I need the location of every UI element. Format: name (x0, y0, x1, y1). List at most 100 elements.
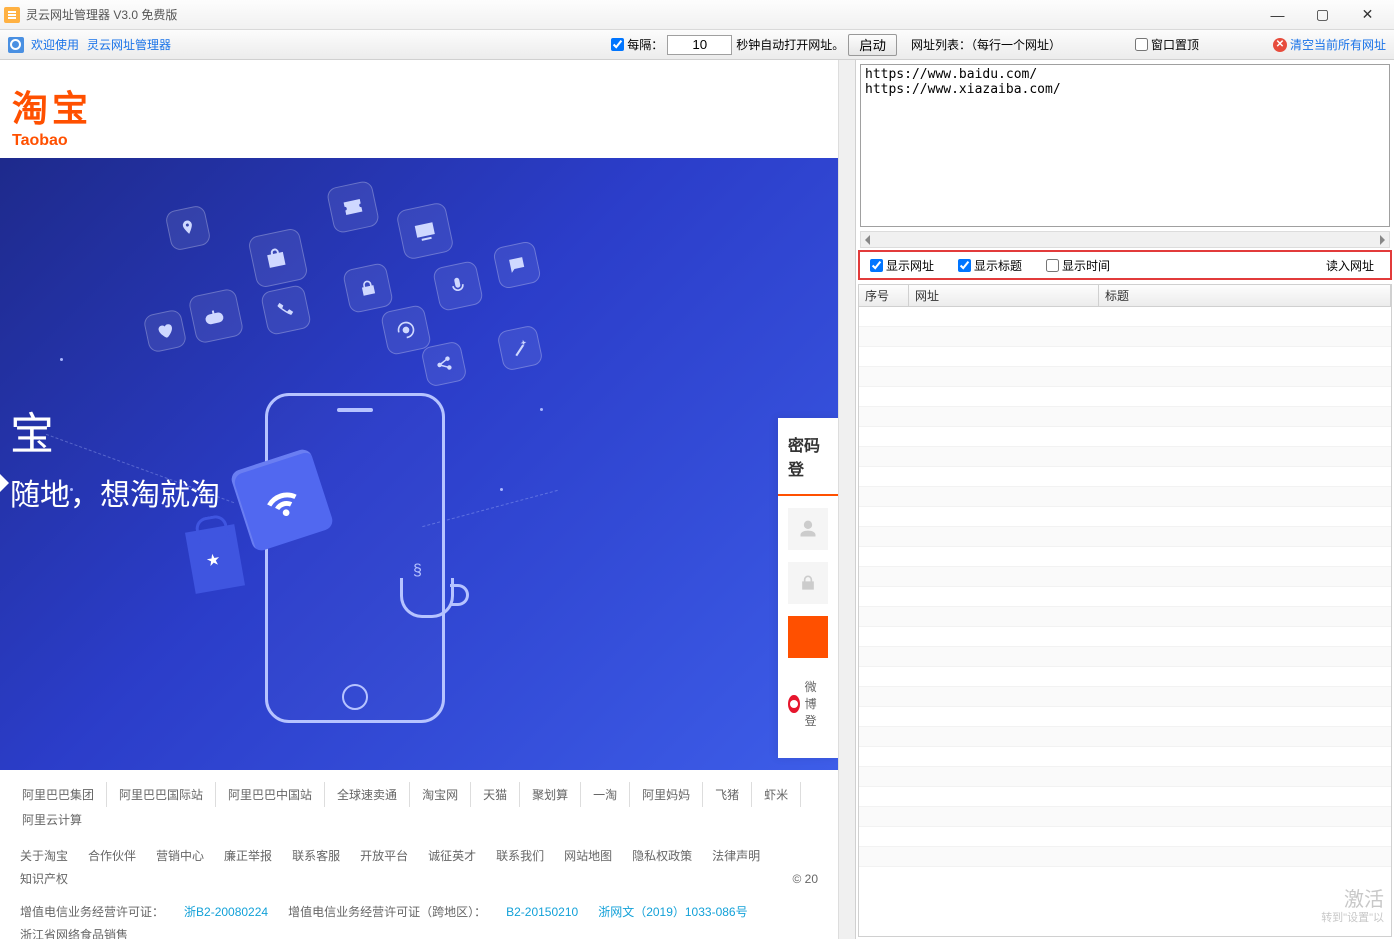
footer-link[interactable]: 阿里巴巴中国站 (216, 782, 325, 807)
footer-legal-link[interactable]: 营销中心 (146, 844, 214, 867)
show-url-checkbox-wrap[interactable]: 显示网址 (870, 257, 934, 274)
mic-icon (432, 260, 484, 312)
table-row[interactable] (859, 687, 1391, 707)
chat-icon (492, 240, 542, 290)
window-titlebar: 灵云网址管理器 V3.0 免费版 — ▢ ✕ (0, 0, 1394, 30)
table-row[interactable] (859, 567, 1391, 587)
table-row[interactable] (859, 307, 1391, 327)
show-title-checkbox[interactable] (958, 259, 971, 272)
maximize-button[interactable]: ▢ (1300, 0, 1345, 29)
browser-scrollbar[interactable] (838, 60, 855, 939)
start-button[interactable]: 启动 (848, 34, 897, 56)
table-row[interactable] (859, 707, 1391, 727)
table-row[interactable] (859, 727, 1391, 747)
col-header-url[interactable]: 网址 (909, 285, 1099, 306)
footer-legal-link[interactable]: 关于淘宝 (10, 844, 78, 867)
footer-link[interactable]: 虾米 (752, 782, 801, 807)
table-row[interactable] (859, 487, 1391, 507)
product-link[interactable]: 灵云网址管理器 (87, 36, 171, 53)
pin-icon (164, 204, 211, 251)
username-field[interactable] (788, 508, 828, 550)
table-row[interactable] (859, 667, 1391, 687)
table-row[interactable] (859, 627, 1391, 647)
footer-link[interactable]: 阿里巴巴集团 (10, 782, 107, 807)
footer-link[interactable]: 天猫 (471, 782, 520, 807)
login-tab-password[interactable]: 密码登 (778, 418, 838, 496)
interval-input[interactable] (667, 35, 732, 55)
show-title-label: 显示标题 (974, 257, 1022, 274)
footer-link[interactable]: 聚划算 (520, 782, 581, 807)
carousel-arrow-icon[interactable] (0, 474, 9, 492)
load-urls-button[interactable]: 读入网址 (1326, 257, 1374, 274)
col-header-title[interactable]: 标题 (1099, 285, 1391, 306)
interval-checkbox-wrap[interactable]: 每隔： (611, 36, 663, 53)
table-row[interactable] (859, 827, 1391, 847)
table-row[interactable] (859, 347, 1391, 367)
copyright: © 20 (782, 869, 828, 889)
table-row[interactable] (859, 807, 1391, 827)
footer-legal-link[interactable]: 隐私权政策 (622, 844, 702, 867)
taobao-logo-cn: 淘宝 (12, 80, 826, 132)
table-row[interactable] (859, 607, 1391, 627)
weibo-login-link[interactable]: 微博登 (788, 678, 828, 729)
footer-legal-link[interactable]: 廉正举报 (214, 844, 282, 867)
topmost-checkbox-wrap[interactable]: 窗口置顶 (1135, 36, 1199, 53)
clear-all-link[interactable]: ✕ 清空当前所有网址 (1273, 36, 1386, 53)
show-time-checkbox[interactable] (1046, 259, 1059, 272)
license1-value[interactable]: 浙B2-20080224 (174, 900, 278, 923)
table-row[interactable] (859, 407, 1391, 427)
footer-link[interactable]: 飞猪 (703, 782, 752, 807)
table-row[interactable] (859, 847, 1391, 867)
table-row[interactable] (859, 327, 1391, 347)
footer-legal-link[interactable]: 联系客服 (282, 844, 350, 867)
footer-legal-link[interactable]: 网站地图 (554, 844, 622, 867)
table-row[interactable] (859, 387, 1391, 407)
table-row[interactable] (859, 467, 1391, 487)
table-row[interactable] (859, 427, 1391, 447)
footer-legal-link[interactable]: 诚征英才 (418, 844, 486, 867)
table-row[interactable] (859, 767, 1391, 787)
show-title-checkbox-wrap[interactable]: 显示标题 (958, 257, 1022, 274)
table-row[interactable] (859, 747, 1391, 767)
banner-subheading: 随地，想淘就淘 (10, 470, 220, 514)
interval-checkbox[interactable] (611, 38, 624, 51)
show-url-checkbox[interactable] (870, 259, 883, 272)
table-row[interactable] (859, 547, 1391, 567)
share-icon (420, 340, 467, 387)
close-button[interactable]: ✕ (1345, 0, 1390, 29)
clear-all-label: 清空当前所有网址 (1290, 36, 1386, 53)
url-list-textarea[interactable] (860, 64, 1390, 227)
footer-link[interactable]: 全球速卖通 (325, 782, 410, 807)
minimize-button[interactable]: — (1255, 0, 1300, 29)
table-row[interactable] (859, 507, 1391, 527)
footer-link[interactable]: 淘宝网 (410, 782, 471, 807)
weibo-icon (788, 695, 800, 713)
table-row[interactable] (859, 527, 1391, 547)
table-row[interactable] (859, 787, 1391, 807)
table-row[interactable] (859, 447, 1391, 467)
table-row[interactable] (859, 367, 1391, 387)
footer-link[interactable]: 一淘 (581, 782, 630, 807)
footer-legal-link[interactable]: 开放平台 (350, 844, 418, 867)
license3-value[interactable]: 浙网文（2019）1033-086号 (588, 900, 757, 923)
footer-link[interactable]: 阿里巴巴国际站 (107, 782, 216, 807)
taobao-license-row: 增值电信业务经营许可证： 浙B2-20080224 增值电信业务经营许可证（跨地… (0, 896, 838, 939)
show-time-checkbox-wrap[interactable]: 显示时间 (1046, 257, 1110, 274)
col-header-index[interactable]: 序号 (859, 285, 909, 306)
table-row[interactable] (859, 587, 1391, 607)
license2-value[interactable]: B2-20150210 (496, 902, 588, 922)
footer-legal-link[interactable]: 法律声明 (702, 844, 770, 867)
login-submit-button[interactable] (788, 616, 828, 658)
textarea-h-scrollbar[interactable] (860, 231, 1390, 248)
footer-legal-link[interactable]: 合作伙伴 (78, 844, 146, 867)
topmost-checkbox[interactable] (1135, 38, 1148, 51)
welcome-link[interactable]: 欢迎使用 (31, 36, 79, 53)
table-body[interactable] (859, 307, 1391, 936)
footer-link[interactable]: 阿里妈妈 (630, 782, 703, 807)
footer-link[interactable]: 阿里云计算 (10, 807, 94, 832)
password-field[interactable] (788, 562, 828, 604)
table-row[interactable] (859, 647, 1391, 667)
footer-legal-link[interactable]: 联系我们 (486, 844, 554, 867)
gamepad-icon (188, 288, 245, 345)
footer-legal-link[interactable]: 知识产权 (10, 867, 78, 890)
